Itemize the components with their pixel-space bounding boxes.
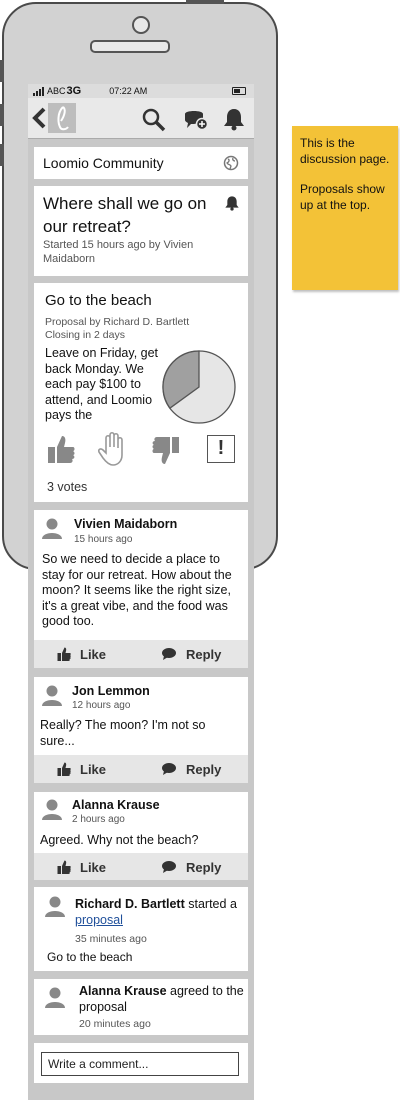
back-arrow-icon[interactable] <box>31 106 47 130</box>
activity-description: Alanna Krause agreed to the proposal <box>79 983 244 1015</box>
loomio-logo-icon[interactable] <box>48 103 76 133</box>
speaker <box>90 40 170 53</box>
new-discussion-icon[interactable] <box>183 108 209 132</box>
reply-icon[interactable] <box>161 647 177 661</box>
activity-detail: Go to the beach <box>47 950 133 964</box>
reply-icon[interactable] <box>161 860 177 874</box>
person-icon <box>45 987 65 1008</box>
comment-author[interactable]: Vivien Maidaborn <box>74 517 177 531</box>
vote-count[interactable]: 3 votes <box>47 480 87 494</box>
proposal-card: Go to the beach Proposal by Richard D. B… <box>34 283 248 502</box>
comment-actions: Like Reply <box>34 853 248 880</box>
activity-item: Richard D. Bartlett started a proposal 3… <box>34 887 248 971</box>
comment-text: Really? The moon? I'm not so sure... <box>40 718 206 748</box>
status-bar: ABC 3G 07:22 AM <box>28 84 254 98</box>
signal-icon <box>33 86 45 96</box>
hand-abstain-icon[interactable] <box>97 431 131 467</box>
activity-verb: agreed to <box>170 984 223 998</box>
sticky-note-line1: This is the discussion page. <box>300 136 390 166</box>
like-button[interactable]: Like <box>80 647 106 662</box>
comment-item: Vivien Maidaborn 15 hours ago So we need… <box>34 510 248 668</box>
proposal-closing: Closing in 2 days <box>45 329 125 341</box>
activity-verb: started <box>188 897 227 911</box>
bell-icon[interactable] <box>222 107 246 131</box>
reply-button[interactable]: Reply <box>186 860 221 875</box>
reply-button[interactable]: Reply <box>186 762 221 777</box>
discussion-started-by: Started 15 hours ago by Vivien Maidaborn <box>43 239 194 265</box>
proposal-title[interactable]: Go to the beach <box>45 292 152 309</box>
comment-item: Alanna Krause 2 hours ago Agreed. Why no… <box>34 792 248 880</box>
comment-actions: Like Reply <box>34 755 248 783</box>
discussion-card: Where shall we go on our retreat? Starte… <box>34 186 248 276</box>
like-button[interactable]: Like <box>80 762 106 777</box>
battery-icon <box>232 87 246 95</box>
network-label: 3G <box>66 85 82 97</box>
like-icon[interactable] <box>56 761 72 777</box>
reply-icon[interactable] <box>161 762 177 776</box>
thumbs-down-icon[interactable] <box>151 435 181 467</box>
comment-item: Jon Lemmon 12 hours ago Really? The moon… <box>34 677 248 783</box>
power-button <box>186 0 224 4</box>
comment-time: 15 hours ago <box>74 534 133 545</box>
like-icon[interactable] <box>56 859 72 875</box>
activity-author[interactable]: Alanna Krause <box>79 984 167 998</box>
person-icon <box>42 799 62 820</box>
proposal-description: Leave on Friday, get back Monday. We eac… <box>45 346 159 422</box>
clock: 07:22 AM <box>109 86 148 96</box>
nav-bar <box>28 98 254 139</box>
comment-input[interactable]: Write a comment... <box>41 1052 239 1076</box>
activity-description: Richard D. Bartlett started a proposal <box>75 896 245 928</box>
proposal-pie-chart <box>162 350 236 424</box>
reply-button[interactable]: Reply <box>186 647 221 662</box>
carrier-label: ABC <box>47 86 66 96</box>
comment-time: 2 hours ago <box>72 814 125 825</box>
like-button[interactable]: Like <box>80 860 106 875</box>
volume-down-button <box>0 104 4 126</box>
proposal-author: Proposal by Richard D. Bartlett <box>45 316 190 328</box>
mute-button <box>0 144 4 166</box>
comment-time: 12 hours ago <box>72 700 131 711</box>
group-header[interactable]: Loomio Community <box>34 147 248 179</box>
sticky-note: This is the discussion page. Proposals s… <box>292 126 398 290</box>
person-icon <box>42 518 62 539</box>
discussion-title: Where shall we go on our retreat? <box>43 194 207 236</box>
bell-icon[interactable] <box>224 195 240 211</box>
sticky-note-line2: Proposals show up at the top. <box>300 182 385 212</box>
block-icon[interactable]: ! <box>207 435 235 463</box>
comment-author[interactable]: Jon Lemmon <box>72 684 150 698</box>
comment-text: So we need to decide a place to stay for… <box>42 552 232 628</box>
activity-article: a <box>229 897 237 911</box>
thumbs-up-icon[interactable] <box>46 433 76 465</box>
globe-icon <box>223 155 239 171</box>
person-icon <box>42 685 62 706</box>
volume-up-button <box>0 60 4 82</box>
person-icon <box>45 896 65 917</box>
front-camera <box>132 16 150 34</box>
proposal-link[interactable]: proposal <box>75 913 123 927</box>
comment-composer: Write a comment... <box>34 1043 248 1083</box>
group-name: Loomio Community <box>43 155 164 171</box>
search-icon[interactable] <box>142 108 166 132</box>
comment-input-placeholder: Write a comment... <box>48 1057 149 1071</box>
activity-time: 35 minutes ago <box>75 933 147 945</box>
activity-item: Alanna Krause agreed to the proposal 20 … <box>34 979 248 1035</box>
activity-time: 20 minutes ago <box>79 1018 151 1030</box>
comment-actions: Like Reply <box>34 640 248 668</box>
like-icon[interactable] <box>56 646 72 662</box>
activity-author[interactable]: Richard D. Bartlett <box>75 897 185 911</box>
comment-author[interactable]: Alanna Krause <box>72 798 160 812</box>
comment-text: Agreed. Why not the beach? <box>40 833 199 847</box>
